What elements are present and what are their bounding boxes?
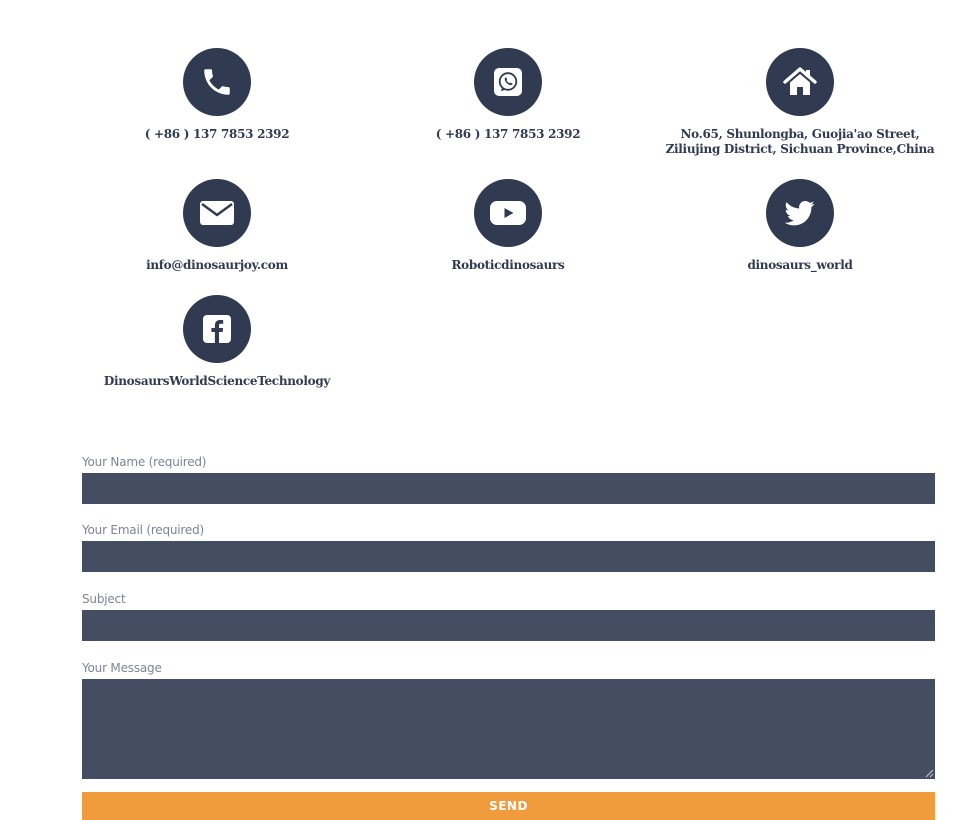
contact-email: info@dinosaurjoy.com <box>72 179 362 273</box>
facebook-icon[interactable] <box>183 295 251 363</box>
twitter-icon[interactable] <box>766 179 834 247</box>
message-textarea[interactable] <box>82 679 935 779</box>
subject-input[interactable] <box>82 610 935 641</box>
subject-label: Subject <box>82 592 126 606</box>
email-link[interactable]: info@dinosaurjoy.com <box>72 258 362 273</box>
contact-youtube: Roboticdinosaurs <box>363 179 653 273</box>
youtube-link[interactable]: Roboticdinosaurs <box>363 258 653 273</box>
contact-form: Your Name (required) Your Email (require… <box>82 454 935 820</box>
contact-facebook: DinosaursWorldScienceTechnology <box>72 295 362 389</box>
facebook-link[interactable]: DinosaursWorldScienceTechnology <box>72 374 362 389</box>
email-input[interactable] <box>82 541 935 572</box>
contact-address: No.65, Shunlongba, Guojia'ao Street, Zil… <box>654 48 946 157</box>
youtube-icon[interactable] <box>474 179 542 247</box>
name-label: Your Name (required) <box>82 455 207 469</box>
email-field-group: Your Email (required) <box>82 522 935 572</box>
subject-field-group: Subject <box>82 591 935 641</box>
home-icon <box>766 48 834 116</box>
contact-whatsapp: ( +86 ) 137 7853 2392 <box>363 48 653 142</box>
whatsapp-number[interactable]: ( +86 ) 137 7853 2392 <box>363 127 653 142</box>
phone-icon[interactable] <box>183 48 251 116</box>
whatsapp-icon[interactable] <box>474 48 542 116</box>
message-label: Your Message <box>82 661 162 675</box>
envelope-icon[interactable] <box>183 179 251 247</box>
message-field-group: Your Message <box>82 660 935 779</box>
twitter-link[interactable]: dinosaurs_world <box>654 258 946 273</box>
contact-phone: ( +86 ) 137 7853 2392 <box>72 48 362 142</box>
resize-grip-icon[interactable] <box>925 769 934 778</box>
message-wrapper <box>82 679 935 779</box>
name-input[interactable] <box>82 473 935 504</box>
phone-number[interactable]: ( +86 ) 137 7853 2392 <box>72 127 362 142</box>
email-label: Your Email (required) <box>82 523 204 537</box>
address-text: No.65, Shunlongba, Guojia'ao Street, Zil… <box>665 127 935 156</box>
contact-twitter: dinosaurs_world <box>654 179 946 273</box>
name-field-group: Your Name (required) <box>82 454 935 504</box>
